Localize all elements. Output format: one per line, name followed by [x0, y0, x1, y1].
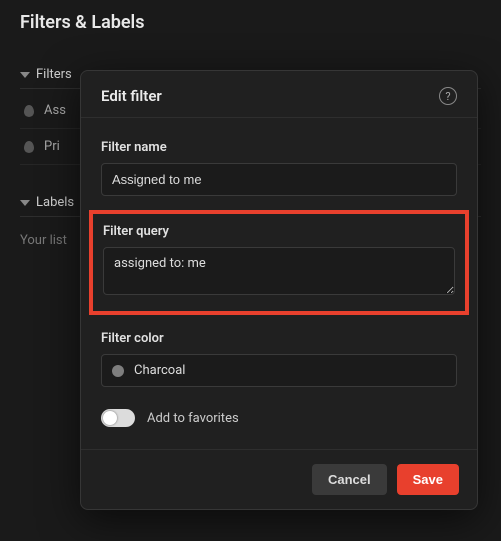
toggle-knob-icon [103, 411, 117, 425]
edit-filter-dialog: Edit filter ? Filter name Filter query F… [80, 70, 478, 510]
filter-name-input[interactable] [101, 163, 457, 196]
list-item-label: Pri [44, 139, 60, 154]
chevron-down-icon [20, 72, 30, 78]
filter-color-select[interactable]: Charcoal [101, 354, 457, 387]
page-title: Filters & Labels [20, 12, 481, 33]
save-button[interactable]: Save [397, 464, 459, 495]
color-swatch-icon [112, 365, 124, 377]
dialog-title: Edit filter [101, 87, 162, 105]
filter-query-highlight: Filter query [89, 210, 469, 315]
filter-drop-icon [24, 105, 34, 117]
filter-color-value: Charcoal [134, 363, 185, 378]
filter-drop-icon [24, 141, 34, 153]
filter-query-input[interactable] [103, 247, 455, 295]
list-item-label: Ass [44, 103, 66, 118]
add-to-favorites-label: Add to favorites [147, 411, 239, 426]
filter-name-label: Filter name [101, 140, 457, 155]
filter-color-label: Filter color [101, 331, 457, 346]
help-icon[interactable]: ? [439, 87, 457, 105]
add-to-favorites-toggle[interactable] [101, 409, 135, 427]
filter-query-label: Filter query [103, 224, 455, 239]
cancel-button[interactable]: Cancel [312, 464, 387, 495]
filters-section-label: Filters [36, 67, 72, 82]
labels-section-label: Labels [36, 195, 74, 210]
chevron-down-icon [20, 200, 30, 206]
